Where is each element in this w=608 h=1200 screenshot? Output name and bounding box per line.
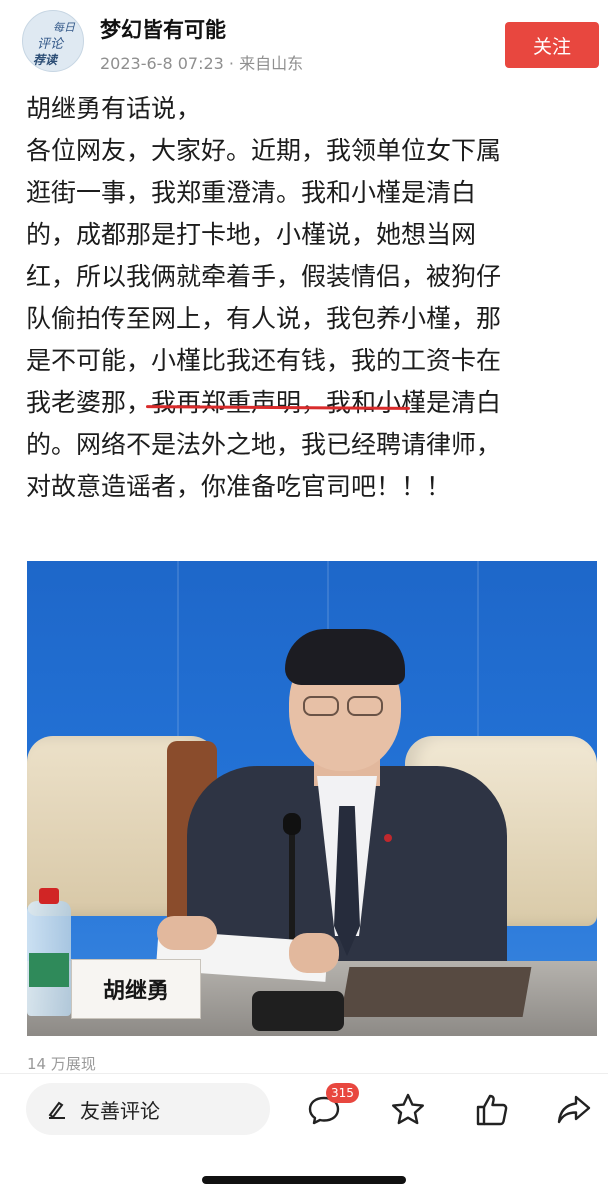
post-line: 红，所以我俩就牵着手，假装情侣，被狗仔 [26,262,502,291]
avatar-text-3: 荐读 [33,53,58,67]
post-line: 队偷拍传至网上，有人说，我包养小槿，那 [26,304,502,333]
person-hand-right [289,933,339,973]
post-line: 的。网络不是法外之地，我已经聘请律师， [26,430,502,459]
post-header: 每日 评论 荐读 梦幻皆有可能 2023-6-8 07:23 · 来自山东 关注 [0,0,608,80]
avatar[interactable]: 每日 评论 荐读 [22,10,84,72]
thumbs-up-icon [476,1094,508,1126]
post-text: 胡继勇有话说， 各位网友，大家好。近期，我领单位女下属 逛街一事，我郑重澄清。我… [26,88,586,508]
glasses-lens-left [303,696,339,716]
comment-count-badge: 315 [326,1083,359,1103]
home-indicator[interactable] [202,1176,406,1184]
divider [0,1073,608,1074]
person-hair [285,629,405,685]
water-bottle-label [29,953,69,987]
favorite-button[interactable] [386,1088,430,1132]
lapel-pin [384,834,392,842]
share-arrow-icon [557,1095,591,1124]
like-button[interactable] [470,1088,514,1132]
post-line: 各位网友，大家好。近期，我领单位女下属 [26,136,502,165]
avatar-text-2: 评论 [37,37,64,52]
star-icon [392,1093,424,1125]
folder [340,967,532,1017]
post-line: 的，成都那是打卡地，小槿说，她想当网 [26,220,477,249]
microphone-base [252,991,344,1031]
comment-placeholder: 友善评论 [80,1098,160,1123]
view-count: 14 万展现 [27,1055,96,1073]
glasses-lens-right [347,696,383,716]
post-line: 我老婆那，我再郑重声明，我和小槿是清白 [26,388,502,417]
person-hand-left [157,916,217,950]
post-line: 对故意造谣者，你准备吃官司吧！！！ [26,472,452,501]
post-meta: 2023-6-8 07:23 · 来自山东 [100,54,304,73]
post-line: 胡继勇有话说， [26,94,202,123]
pen-icon [46,1098,68,1120]
post-line: 逛街一事，我郑重澄清。我和小槿是清白 [26,178,477,207]
comment-input[interactable]: 友善评论 [26,1083,270,1135]
microphone-head [283,813,301,835]
follow-button[interactable]: 关注 [505,22,599,68]
post-photo[interactable]: 胡继勇 [27,561,597,1036]
account-name[interactable]: 梦幻皆有可能 [100,14,226,44]
share-button[interactable] [552,1088,596,1132]
water-bottle-cap [39,888,59,904]
nameplate: 胡继勇 [71,959,201,1019]
post-line: 是不可能，小槿比我还有钱，我的工资卡在 [26,346,502,375]
